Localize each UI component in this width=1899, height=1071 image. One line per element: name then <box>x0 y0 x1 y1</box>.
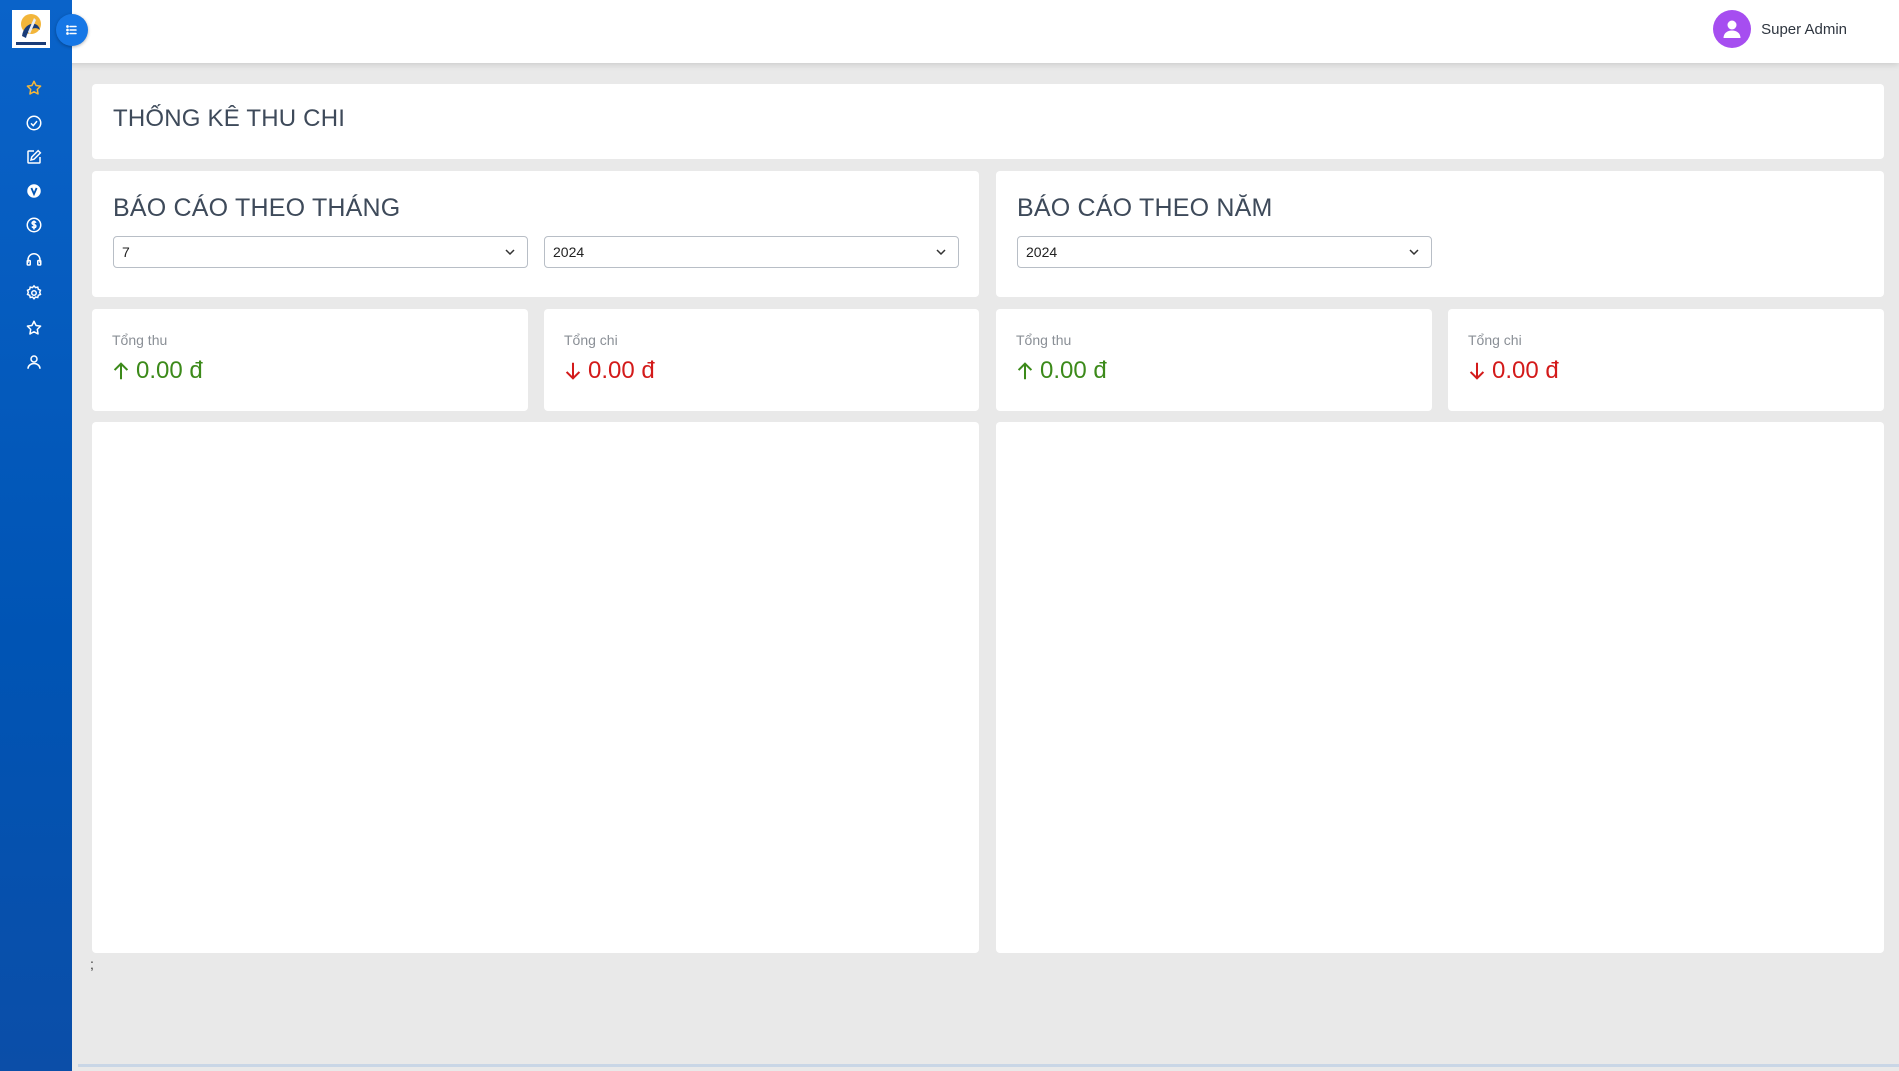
yearly-report-title: BÁO CÁO THEO NĂM <box>1017 194 1273 222</box>
yearly-income-card: Tổng thu 0.00 đ <box>996 309 1432 411</box>
list-menu-icon <box>66 25 77 35</box>
yearly-income-amount: 0.00 đ <box>1014 357 1107 385</box>
sidebar <box>0 0 72 1071</box>
month-select[interactable]: 7 <box>113 236 528 268</box>
chevron-down-icon <box>505 249 515 256</box>
monthly-income-value: 0.00 đ <box>136 357 203 384</box>
v-badge-icon[interactable] <box>22 179 46 203</box>
yearly-expense-card: Tổng chi 0.00 đ <box>1448 309 1884 411</box>
user-avatar-icon <box>1713 10 1752 48</box>
user-menu[interactable]: Super Admin <box>1713 10 1847 48</box>
star-outline-icon[interactable] <box>22 316 46 340</box>
check-circle-icon[interactable] <box>22 111 46 135</box>
menu-toggle-button[interactable] <box>56 14 88 46</box>
monthly-expense-label: Tổng chi <box>564 332 618 348</box>
yearly-chart-panel <box>996 422 1884 953</box>
monthly-expense-card: Tổng chi 0.00 đ <box>544 309 979 411</box>
stray-text: ; <box>90 956 94 972</box>
month-select-value: 7 <box>122 244 130 260</box>
monthly-year-select[interactable]: 2024 <box>544 236 959 268</box>
bottom-divider <box>78 1064 1899 1067</box>
user-icon[interactable] <box>22 350 46 374</box>
yearly-expense-amount: 0.00 đ <box>1466 357 1559 385</box>
chevron-down-icon <box>936 249 946 256</box>
chevron-down-icon <box>1409 249 1419 256</box>
monthly-year-select-value: 2024 <box>553 244 585 260</box>
monthly-report-title: BÁO CÁO THEO THÁNG <box>113 194 401 222</box>
monthly-expense-value: 0.00 đ <box>588 357 655 384</box>
top-bar: Super Admin <box>0 0 1899 63</box>
yearly-year-select-value: 2024 <box>1026 244 1058 260</box>
monthly-income-amount: 0.00 đ <box>110 357 203 385</box>
yearly-report-card: BÁO CÁO THEO NĂM 2024 <box>996 171 1884 297</box>
arrow-down-icon <box>1469 362 1485 380</box>
monthly-income-label: Tổng thu <box>112 332 168 348</box>
dollar-circle-icon[interactable] <box>22 213 46 237</box>
yearly-year-select[interactable]: 2024 <box>1017 236 1432 268</box>
arrow-up-icon <box>113 362 129 380</box>
headphones-icon[interactable] <box>22 247 46 271</box>
arrow-down-icon <box>565 362 581 380</box>
page-title-card: THỐNG KÊ THU CHI <box>92 84 1884 159</box>
edit-icon[interactable] <box>22 145 46 169</box>
page-title: THỐNG KÊ THU CHI <box>113 105 346 132</box>
monthly-expense-amount: 0.00 đ <box>562 357 655 385</box>
gear-icon[interactable] <box>22 281 46 305</box>
yearly-income-value: 0.00 đ <box>1040 357 1107 384</box>
star-icon[interactable] <box>22 76 46 100</box>
yearly-income-label: Tổng thu <box>1016 332 1072 348</box>
user-name: Super Admin <box>1761 20 1847 38</box>
monthly-chart-panel <box>92 422 979 953</box>
yearly-expense-label: Tổng chi <box>1468 332 1522 348</box>
brand-logo[interactable] <box>12 10 50 48</box>
yearly-expense-value: 0.00 đ <box>1492 357 1559 384</box>
monthly-income-card: Tổng thu 0.00 đ <box>92 309 528 411</box>
arrow-up-icon <box>1017 362 1033 380</box>
monthly-report-card: BÁO CÁO THEO THÁNG 7 2024 <box>92 171 979 297</box>
